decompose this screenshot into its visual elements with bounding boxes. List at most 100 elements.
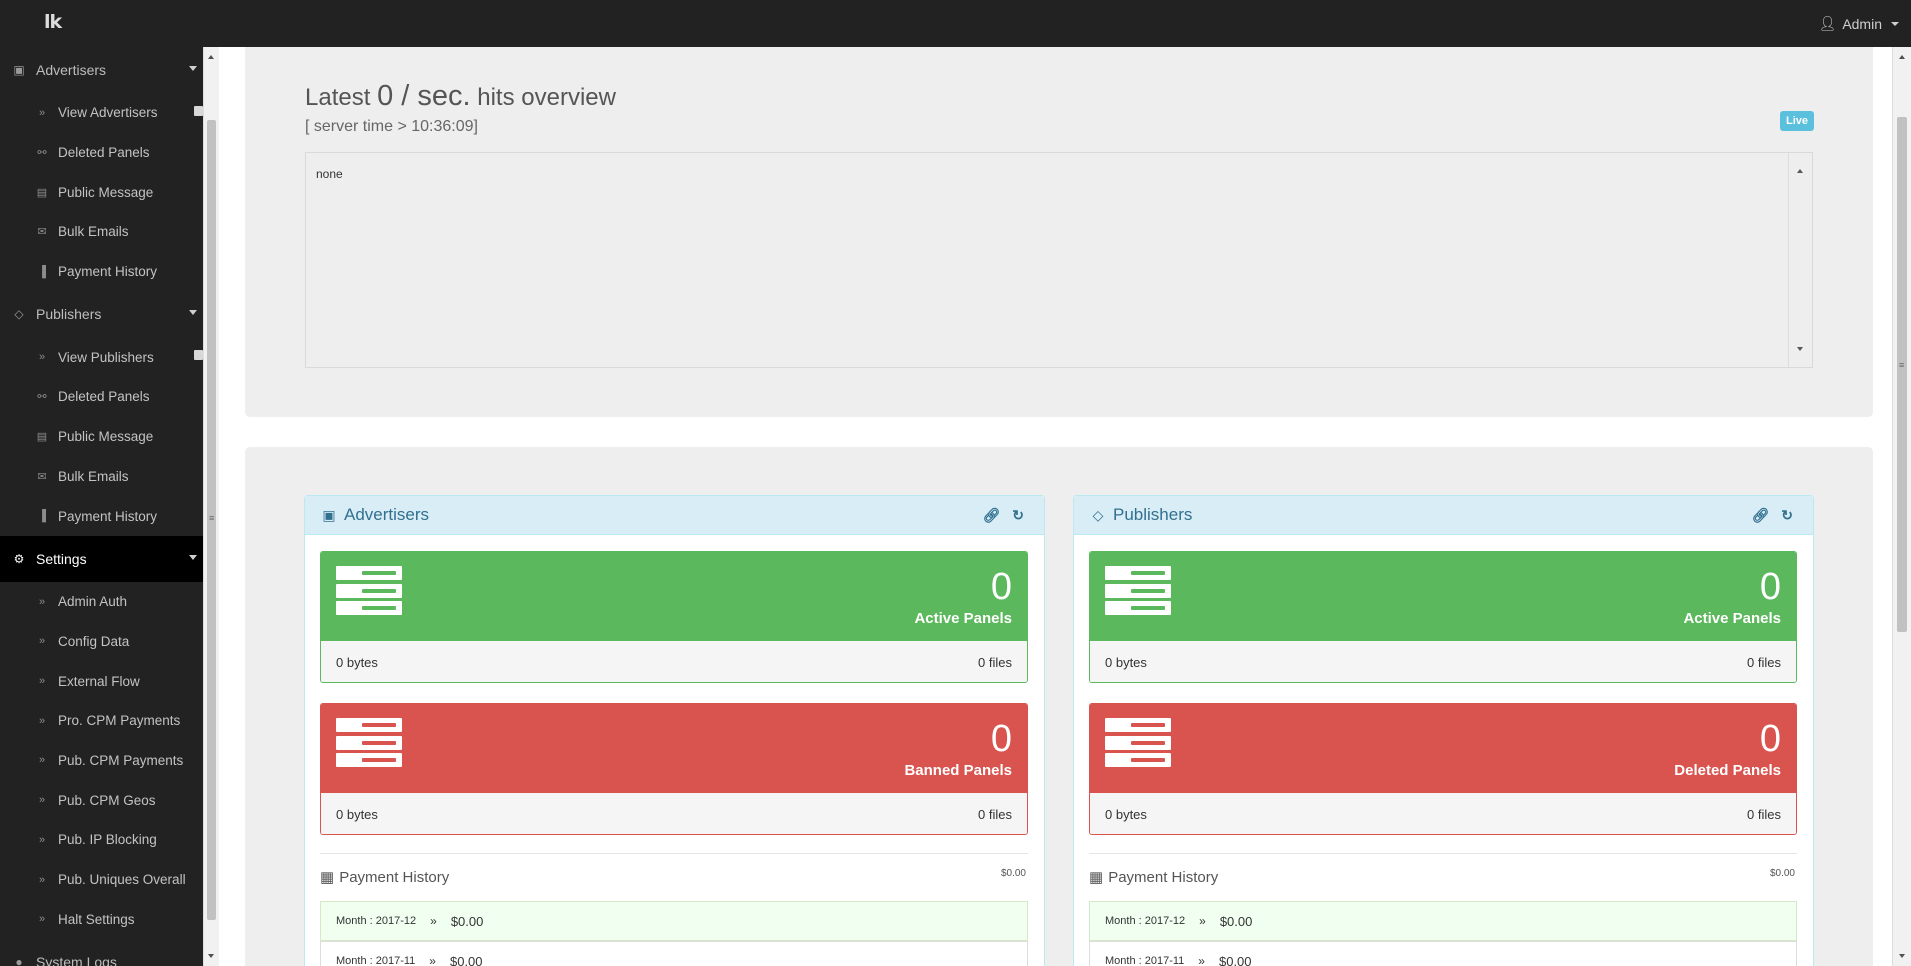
edit-icon[interactable]: [194, 106, 203, 116]
hits-title-suffix: hits overview: [477, 84, 616, 111]
scroll-down-arrow-icon[interactable]: [1899, 954, 1905, 958]
hits-log-scrollbar[interactable]: [1788, 153, 1812, 367]
caret-down-icon: [189, 310, 197, 316]
sidebar-item-pro-cpm-payments[interactable]: » Pro. CPM Payments: [0, 701, 203, 741]
sidebar-item-pub-uniques-overall[interactable]: » Pub. Uniques Overall: [0, 860, 203, 900]
scroll-down-arrow-icon[interactable]: [1797, 347, 1803, 351]
sidebar-item-label: Deleted Panels: [58, 145, 150, 161]
link-icon[interactable]: 🔗︎: [1751, 507, 1769, 524]
payment-month: Month : 2017-11: [336, 955, 416, 966]
diamond-icon: ◇: [1092, 506, 1104, 523]
refresh-icon[interactable]: ↻: [1781, 507, 1793, 524]
sidebar-group-settings[interactable]: ⚙ Settings: [0, 535, 203, 582]
double-chevron-icon: »: [38, 675, 46, 688]
sidebar-group-label: System Logs: [36, 954, 117, 966]
sidebar-item-public-message[interactable]: ▤ Public Message: [0, 172, 203, 212]
sidebar-group-advertisers[interactable]: ▣ Advertisers: [0, 47, 203, 93]
payment-amount: $0.00: [1218, 953, 1252, 966]
stat-label: Active Panels: [1683, 610, 1781, 627]
stat-label: Active Panels: [914, 610, 1012, 627]
payment-row[interactable]: Month : 2017-11 » $0.00: [1089, 941, 1797, 966]
link-icon[interactable]: 🔗︎: [982, 507, 1000, 524]
box-actions: 🔗︎ ↻: [982, 507, 1024, 524]
divider: [1089, 853, 1797, 854]
admin-user-label: Admin: [1842, 15, 1882, 32]
payment-row[interactable]: Month : 2017-12 » $0.00: [320, 901, 1028, 941]
sidebar-item-config-data[interactable]: » Config Data: [0, 622, 203, 662]
double-chevron-icon: »: [38, 714, 46, 727]
server-icon: [336, 718, 402, 771]
sidebar-item-label: Admin Auth: [58, 594, 128, 610]
sidebar-item-label: Bulk Emails: [58, 224, 129, 240]
hits-log-text: none: [316, 167, 343, 181]
sidebar-item-pub-cpm-payments[interactable]: » Pub. CPM Payments: [0, 741, 203, 781]
page-scrollbar[interactable]: ≡: [1892, 47, 1911, 966]
file-icon: ▤: [36, 186, 48, 199]
payment-amount: $0.00: [450, 913, 484, 929]
edit-icon[interactable]: [194, 350, 203, 361]
scroll-up-arrow-icon[interactable]: [1797, 169, 1803, 173]
stat-files: 0 files: [978, 655, 1012, 670]
sidebar-item-label: Pro. CPM Payments: [58, 713, 181, 729]
double-chevron-icon: »: [38, 595, 46, 608]
publishers-deleted-panels-card: 0 Deleted Panels 0 bytes 0 files: [1089, 703, 1797, 835]
sidebar-group-publishers[interactable]: ◇ Publishers: [0, 291, 203, 337]
stat-bytes: 0 bytes: [1105, 655, 1147, 670]
sidebar-item-payment-history[interactable]: ▐ Payment History: [0, 496, 203, 536]
sidebar-item-admin-auth[interactable]: » Admin Auth: [0, 582, 203, 622]
scroll-up-arrow-icon[interactable]: [208, 55, 214, 59]
cube-icon: ▣: [322, 506, 336, 523]
calendar-icon: ▦: [1089, 869, 1104, 886]
sidebar-item-halt-settings[interactable]: » Halt Settings: [0, 899, 203, 939]
sidebar-item-deleted-panels[interactable]: ⚯ Deleted Panels: [0, 133, 203, 173]
barcode-icon: ▐: [38, 510, 46, 523]
sidebar-item-payment-history[interactable]: ▐ Payment History: [0, 252, 203, 292]
sidebar-item-pub-cpm-geos[interactable]: » Pub. CPM Geos: [0, 780, 203, 820]
sidebar-item-external-flow[interactable]: » External Flow: [0, 661, 203, 701]
double-chevron-icon: »: [38, 106, 46, 119]
sidebar-item-label: Public Message: [58, 184, 154, 200]
advertisers-active-panels-card: 0 Active Panels 0 bytes 0 files: [320, 551, 1028, 683]
double-chevron-icon: »: [38, 913, 46, 926]
sidebar-item-bulk-emails[interactable]: ✉ Bulk Emails: [0, 212, 203, 252]
sidebar-item-deleted-panels[interactable]: ⚯ Deleted Panels: [0, 377, 203, 417]
sidebar-item-public-message[interactable]: ▤ Public Message: [0, 417, 203, 457]
hits-log-box[interactable]: none: [305, 152, 1813, 368]
diamond-icon: ◇: [14, 307, 24, 322]
payment-history-label: Payment History: [339, 868, 450, 886]
double-chevron-icon: »: [1198, 954, 1205, 966]
sidebar-item-pub-ip-blocking[interactable]: » Pub. IP Blocking: [0, 820, 203, 860]
payment-month: Month : 2017-12: [1105, 915, 1186, 927]
admin-user-menu[interactable]: 👤︎ Admin: [1819, 15, 1899, 32]
server-time: [ server time > 10:36:09]: [305, 118, 478, 135]
live-badge[interactable]: Live: [1779, 111, 1814, 131]
sidebar-item-label: Pub. IP Blocking: [58, 832, 157, 848]
stat-count: 0: [1759, 718, 1781, 760]
double-chevron-icon: »: [38, 754, 46, 767]
sidebar-item-bulk-emails[interactable]: ✉ Bulk Emails: [0, 457, 203, 497]
sidebar-item-view-publishers[interactable]: » View Publishers: [0, 337, 203, 377]
publishers-box-title: Publishers: [1113, 505, 1193, 524]
caret-down-icon: [189, 554, 197, 560]
sidebar-group-system-logs[interactable]: ● System Logs: [0, 939, 203, 966]
page-scrollbar-thumb[interactable]: [1897, 117, 1907, 632]
advertisers-banned-panels-card: 0 Banned Panels 0 bytes 0 files: [320, 703, 1028, 835]
brand-logo[interactable]: lk: [44, 11, 62, 33]
double-chevron-icon: »: [430, 914, 437, 928]
broken-link-icon: ⚯: [37, 391, 47, 404]
sidebar-item-view-advertisers[interactable]: » View Advertisers: [0, 93, 203, 133]
payment-amount: $0.00: [1219, 913, 1253, 929]
stat-bytes: 0 bytes: [336, 655, 378, 670]
refresh-icon[interactable]: ↻: [1012, 507, 1024, 524]
sidebar-scrollbar[interactable]: ≡: [203, 47, 219, 966]
payment-row[interactable]: Month : 2017-12 » $0.00: [1089, 901, 1797, 941]
hits-rate: 0 / sec.: [377, 80, 471, 112]
scroll-up-arrow-icon[interactable]: [1899, 55, 1905, 59]
payment-amount: $0.00: [449, 953, 483, 966]
payment-row[interactable]: Month : 2017-11 » $0.00: [320, 941, 1028, 966]
scroll-down-arrow-icon[interactable]: [208, 954, 214, 958]
payment-month: Month : 2017-11: [1105, 955, 1185, 966]
file-icon: ▤: [36, 431, 48, 444]
double-chevron-icon: »: [429, 954, 436, 966]
sidebar-item-label: Config Data: [58, 633, 130, 649]
